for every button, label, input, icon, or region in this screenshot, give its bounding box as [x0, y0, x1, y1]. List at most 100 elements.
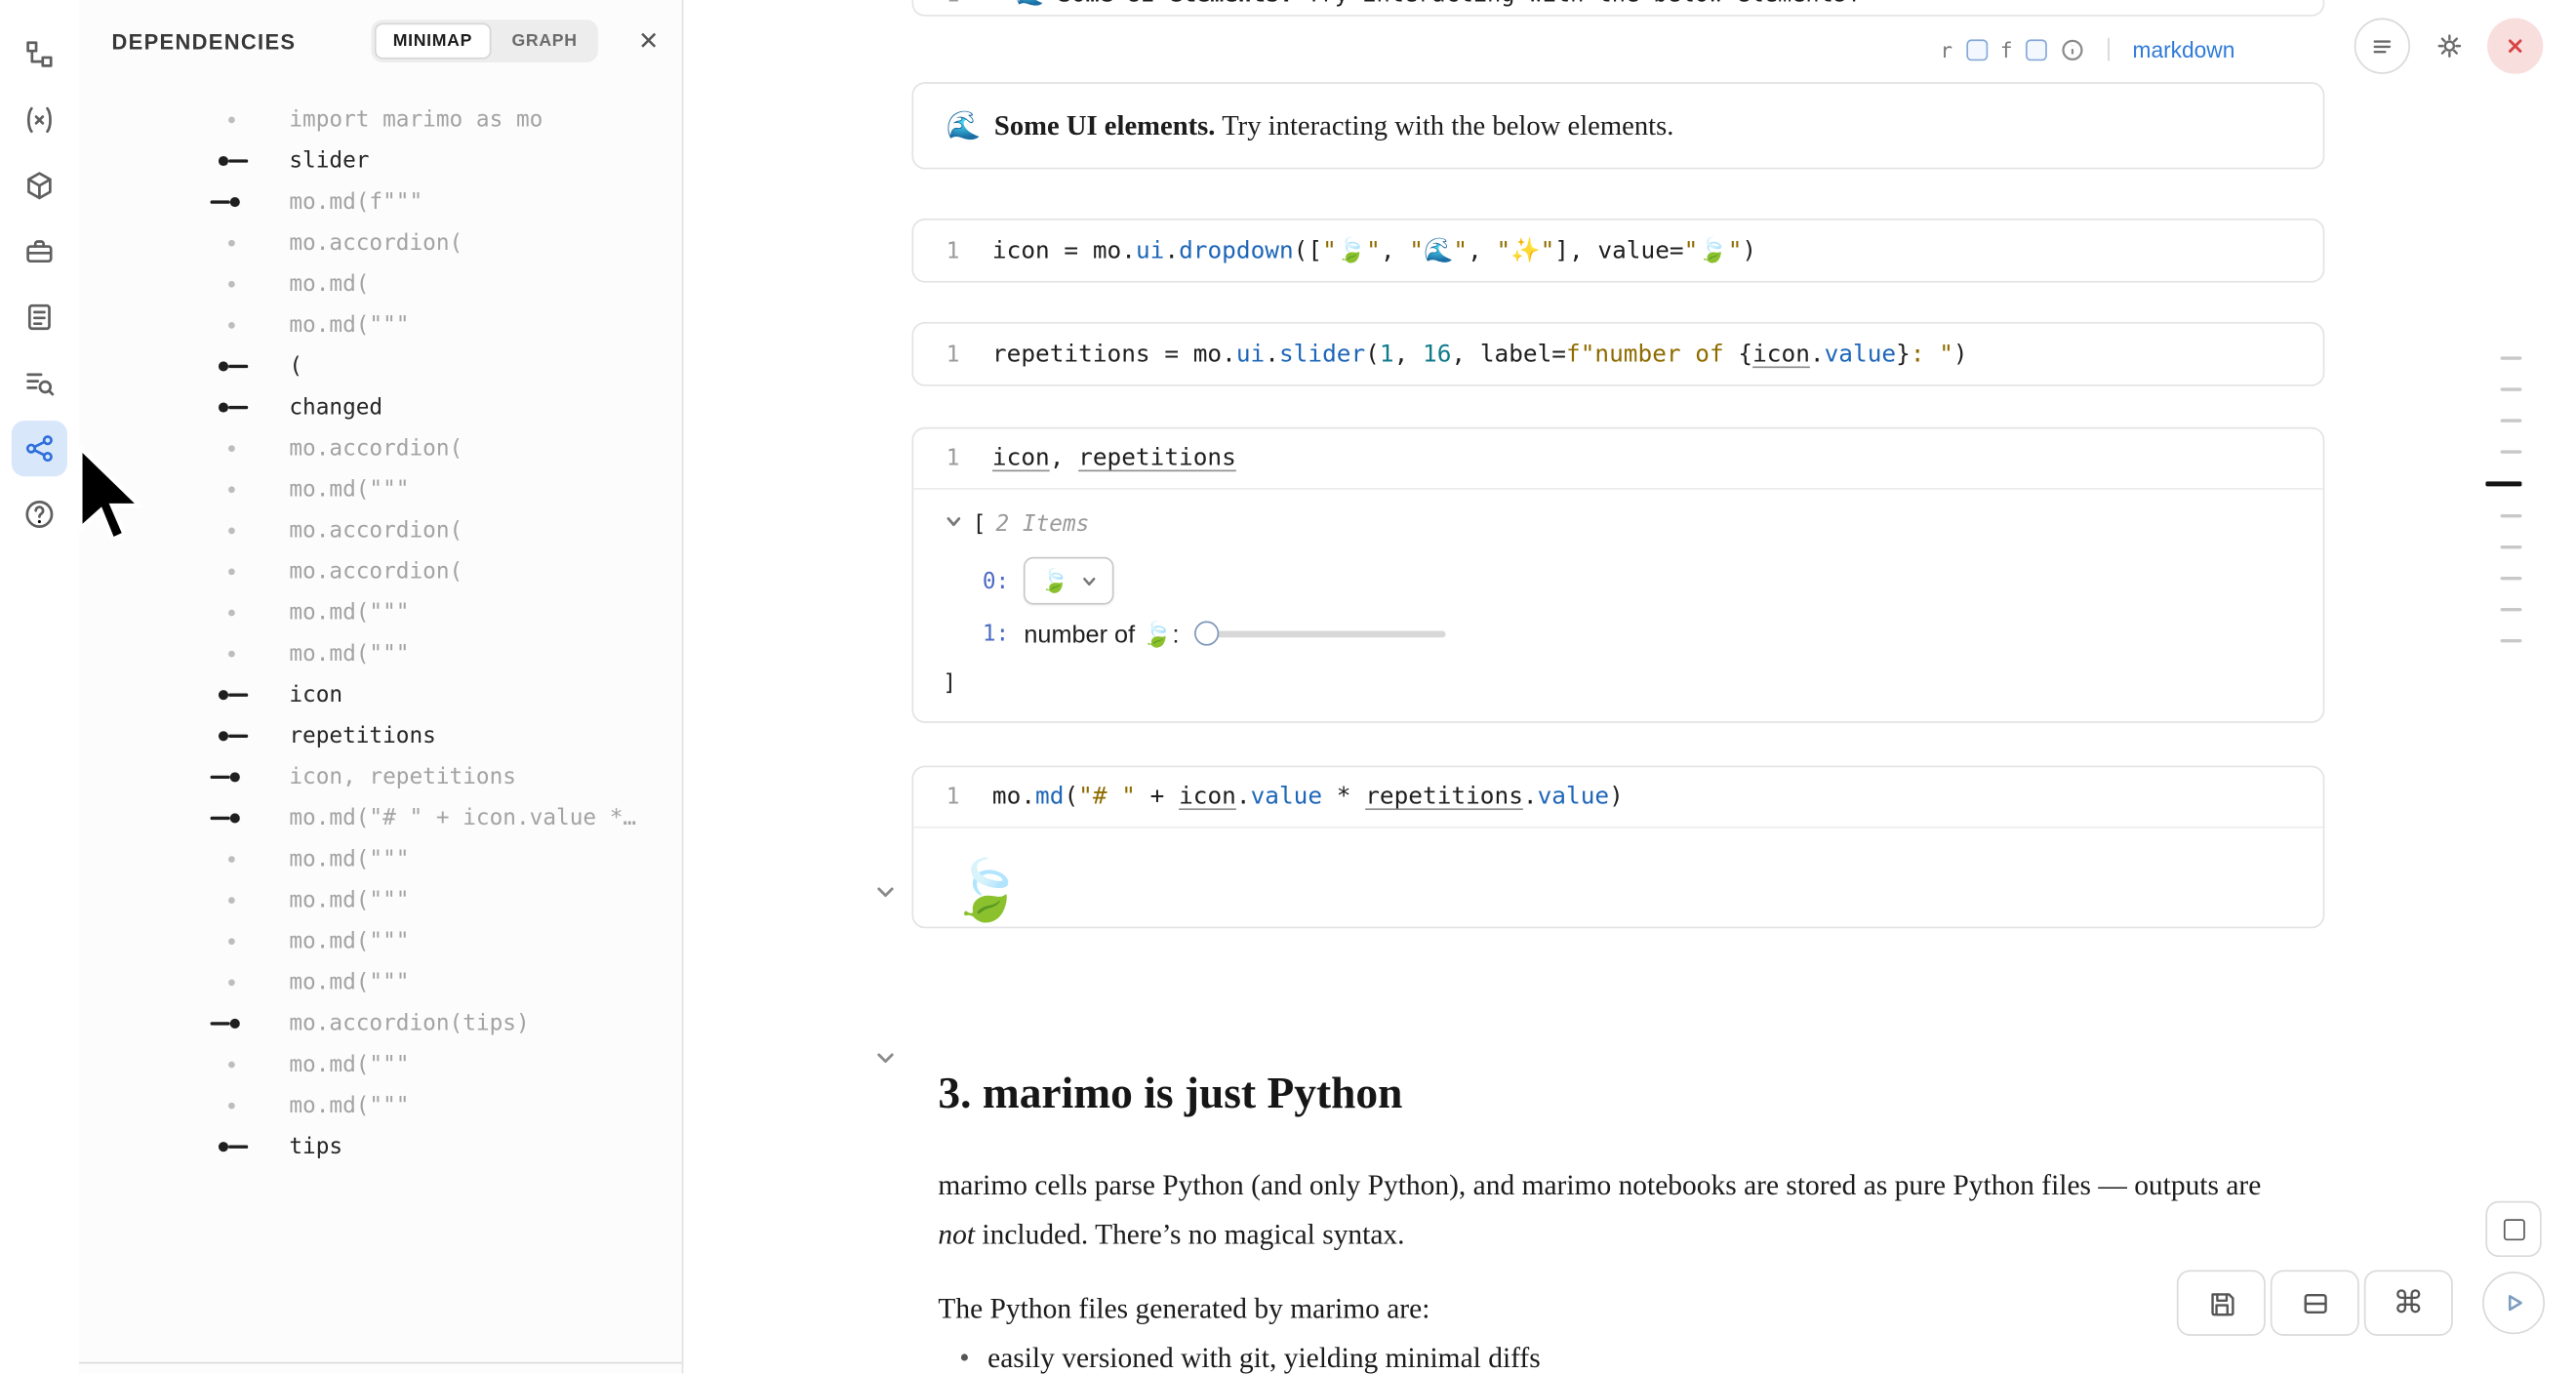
slider-knob[interactable]	[1194, 621, 1219, 645]
line-number: 1	[946, 341, 970, 367]
cell-marker[interactable]	[2501, 576, 2522, 579]
cell-marker[interactable]	[2501, 639, 2522, 642]
dependency-item[interactable]: mo.accordion(	[79, 222, 682, 263]
dependency-item[interactable]: mo.accordion(	[79, 550, 682, 591]
cell-marker[interactable]	[2485, 482, 2521, 487]
toolbox-icon	[23, 235, 57, 268]
dependency-item[interactable]: (	[79, 345, 682, 386]
tab-graph[interactable]: GRAPH	[494, 23, 595, 60]
dependency-item[interactable]: mo.md("""	[79, 1084, 682, 1125]
bracket-open: [	[973, 511, 986, 538]
dependency-item[interactable]: mo.md(f"""	[79, 181, 682, 222]
dependency-item[interactable]: mo.md(	[79, 263, 682, 303]
sidebar-item-scratchpad[interactable]	[12, 289, 67, 344]
cell-toolbar: r f markdown	[1940, 33, 2234, 66]
cell-marker[interactable]	[2501, 545, 2522, 547]
dependency-item[interactable]: mo.accordion(	[79, 509, 682, 550]
save-icon	[2205, 1287, 2236, 1318]
code-editor[interactable]: 1 repetitions = mo.ui.slider(1, 16, labe…	[913, 324, 2323, 384]
dependency-item[interactable]: mo.md("""	[79, 879, 682, 920]
icon-dropdown[interactable]: 🍃	[1024, 557, 1113, 605]
dependency-item[interactable]: slider	[79, 140, 682, 181]
dependency-label: mo.md(f"""	[289, 188, 423, 215]
repetitions-slider[interactable]	[1194, 620, 1446, 649]
dependency-label: mo.md(	[289, 270, 369, 297]
panel-toggle-button[interactable]	[2485, 1201, 2541, 1257]
format-checkbox[interactable]	[2026, 39, 2047, 61]
dataflow-marker-icon	[211, 714, 257, 755]
dependency-item[interactable]: mo.md("""	[79, 838, 682, 879]
cell-dot-icon	[211, 1043, 257, 1084]
cell-navigation-minimap	[2473, 0, 2522, 690]
dependency-item[interactable]: repetitions	[79, 714, 682, 755]
sidebar-item-logs[interactable]	[12, 355, 67, 411]
cell-dot-icon	[211, 1084, 257, 1125]
sidebar-item-dependency-graph[interactable]	[12, 421, 67, 476]
dependency-item[interactable]: mo.md("""	[79, 591, 682, 632]
wave-emoji: 🌊	[946, 109, 982, 142]
code-editor[interactable]: 1 mo.md("# " + icon.value * repetitions.…	[913, 767, 2323, 828]
chevron-down-icon[interactable]	[945, 511, 963, 538]
layout-button[interactable]	[2271, 1270, 2359, 1335]
code-editor[interactable]: 1 icon, repetitions	[913, 428, 2323, 489]
dependency-item[interactable]: import marimo as mo	[79, 99, 682, 140]
bullet-marker: •	[959, 1341, 969, 1374]
keyboard-shortcuts-button[interactable]: ⌘	[2364, 1270, 2453, 1335]
dependency-item[interactable]: mo.md("""	[79, 961, 682, 1002]
save-button[interactable]	[2177, 1270, 2266, 1335]
dataflow-marker-icon	[211, 1125, 257, 1166]
code-cell-slider: 1 repetitions = mo.ui.slider(1, 16, labe…	[911, 322, 2324, 386]
sidebar-item-file-tree[interactable]	[12, 26, 67, 82]
dependency-item[interactable]: mo.md("# " + icon.value *…	[79, 797, 682, 838]
layout-rows-icon	[2299, 1287, 2330, 1318]
dependency-item[interactable]: tips	[79, 1125, 682, 1166]
cell-marker[interactable]	[2501, 420, 2522, 423]
dependency-item[interactable]: mo.accordion(tips)	[79, 1002, 682, 1043]
dependency-item[interactable]: mo.md("""	[79, 303, 682, 344]
settings-button[interactable]	[2422, 19, 2477, 74]
clipped-markdown-cell[interactable]: 1 🌊 Some UI elements. Try interacting wi…	[911, 0, 2324, 17]
sidebar-item-packages[interactable]	[12, 158, 67, 214]
cell-marker[interactable]	[2501, 513, 2522, 516]
cell-dot-icon	[211, 550, 257, 591]
dependency-item[interactable]: mo.accordion(	[79, 427, 682, 468]
sidebar-item-help[interactable]	[12, 486, 67, 542]
markdown-link[interactable]: markdown	[2133, 37, 2235, 61]
dependency-item[interactable]: icon	[79, 673, 682, 714]
dependency-label: mo.md("""	[289, 475, 409, 502]
collapse-chevron-icon[interactable]	[874, 1046, 898, 1070]
dataflow-marker-icon	[211, 386, 257, 427]
dependency-item[interactable]: mo.md("""	[79, 632, 682, 673]
code-line: repetitions = mo.ui.slider(1, 16, label=…	[992, 341, 1968, 367]
tab-minimap[interactable]: MINIMAP	[375, 23, 490, 60]
sidebar-item-code-snippets[interactable]	[12, 92, 67, 147]
dependency-label: mo.accordion(tips)	[289, 1010, 529, 1036]
dependency-item[interactable]: changed	[79, 386, 682, 427]
cell-marker[interactable]	[2501, 608, 2522, 611]
index-label: 1:	[983, 621, 1009, 647]
reactive-checkbox[interactable]	[1966, 39, 1988, 61]
info-icon[interactable]	[2060, 37, 2084, 61]
cell-marker[interactable]	[2501, 356, 2522, 359]
dependency-item[interactable]: icon, repetitions	[79, 755, 682, 796]
dependency-item[interactable]: mo.md("""	[79, 1043, 682, 1084]
slider-track[interactable]	[1204, 631, 1445, 638]
cell-dot-icon	[211, 509, 257, 550]
run-button[interactable]	[2482, 1272, 2545, 1334]
cell-marker[interactable]	[2501, 451, 2522, 454]
code-snippets-icon	[23, 103, 57, 137]
dependency-item[interactable]: mo.md("""	[79, 468, 682, 509]
dependency-item[interactable]: mo.md("""	[79, 920, 682, 961]
notebook-menu-button[interactable]	[2355, 19, 2410, 74]
cell-dot-icon	[211, 468, 257, 509]
code-editor[interactable]: 1 icon = mo.ui.dropdown(["🍃", "🌊", "✨"],…	[913, 221, 2323, 281]
sidebar-item-toolbox[interactable]	[12, 223, 67, 279]
file-tree-icon	[23, 38, 57, 71]
cell-marker[interactable]	[2501, 388, 2522, 391]
collapse-chevron-icon[interactable]	[874, 880, 898, 904]
cell-dot-icon	[211, 427, 257, 468]
clipped-markdown-text: 1 🌊 Some UI elements. Try interacting wi…	[946, 0, 1861, 8]
dependency-label: mo.md("# " + icon.value *…	[289, 804, 636, 830]
activity-bar	[0, 0, 79, 1374]
close-panel-icon[interactable]: ✕	[638, 28, 659, 53]
